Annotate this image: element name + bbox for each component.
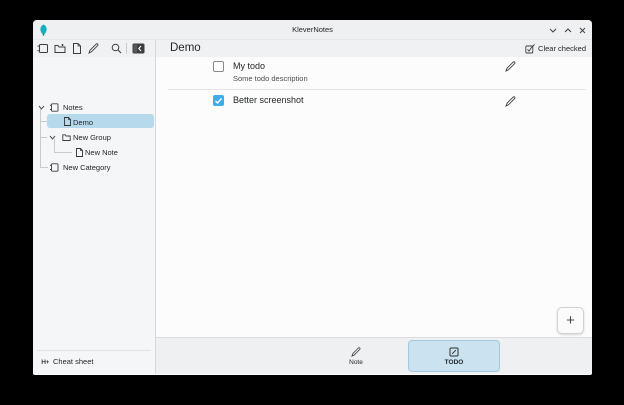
- edit-todo-button[interactable]: [505, 96, 516, 107]
- new-group-button[interactable]: [53, 42, 66, 55]
- pencil-icon: [351, 347, 361, 357]
- rename-button[interactable]: [87, 42, 100, 55]
- sidebar-item-demo[interactable]: Demo: [37, 115, 151, 130]
- sidebar-item-notes[interactable]: Notes: [37, 100, 151, 115]
- new-category-button[interactable]: [36, 42, 49, 55]
- todo-checkbox[interactable]: [213, 61, 224, 72]
- tree-item-label: New Note: [85, 145, 118, 160]
- page-title: Demo: [170, 40, 201, 57]
- close-button[interactable]: [578, 26, 587, 35]
- tree-item-label: Demo: [73, 115, 93, 130]
- tab-note[interactable]: Note: [316, 340, 396, 372]
- category-icon: [50, 163, 59, 172]
- sidebar-main-divider: [155, 40, 156, 374]
- view-switcher: Note TODO: [156, 337, 592, 374]
- minimize-button[interactable]: [548, 26, 557, 35]
- new-note-icon: [72, 43, 82, 54]
- tab-todo[interactable]: TODO: [408, 340, 500, 372]
- tab-todo-label: TODO: [445, 359, 464, 366]
- desktop-background: KleverNotes: [0, 0, 624, 405]
- pencil-icon: [505, 96, 516, 107]
- clear-checked-label: Clear checked: [538, 44, 586, 53]
- todo-list: My todo Some todo description Better scr…: [156, 57, 592, 337]
- cheat-sheet-button[interactable]: H+ Cheat sheet: [37, 354, 151, 369]
- sidebar-footer-separator: [37, 350, 151, 351]
- tree-item-label: Notes: [63, 100, 83, 115]
- maximize-button[interactable]: [563, 26, 572, 35]
- todo-description: Some todo description: [233, 74, 308, 83]
- plus-icon: +: [566, 312, 575, 329]
- note-icon: [75, 148, 84, 157]
- add-todo-button[interactable]: +: [557, 307, 584, 334]
- tree-item-label: New Group: [73, 130, 111, 145]
- klevernotes-window: KleverNotes: [33, 20, 592, 375]
- sidebar-item-new-note[interactable]: New Note: [37, 145, 151, 160]
- group-icon: [62, 133, 71, 142]
- chevron-down-icon[interactable]: [49, 134, 56, 141]
- check-icon: [214, 97, 223, 105]
- new-group-icon: [54, 43, 66, 54]
- todo-title: My todo: [233, 61, 265, 71]
- toggle-sidebar-button[interactable]: [131, 42, 146, 55]
- search-icon: [111, 43, 122, 54]
- todo-item: My todo Some todo description: [168, 61, 586, 90]
- new-category-icon: [37, 43, 49, 54]
- new-note-button[interactable]: [70, 42, 83, 55]
- rename-icon: [88, 43, 99, 54]
- pencil-icon: [505, 61, 516, 72]
- window-title: KleverNotes: [33, 20, 592, 40]
- tree-item-label: New Category: [63, 160, 111, 175]
- cheat-sheet-label: Cheat sheet: [53, 354, 93, 369]
- note-icon: [63, 117, 72, 126]
- chevron-down-icon[interactable]: [38, 104, 45, 111]
- todo-view-icon: [449, 347, 459, 357]
- tab-note-label: Note: [349, 359, 363, 366]
- category-icon: [50, 103, 59, 112]
- toolbar-separator: [126, 43, 127, 54]
- clear-checked-icon: [525, 44, 535, 54]
- heading-plus-icon: H+: [40, 357, 50, 367]
- search-button[interactable]: [110, 42, 123, 55]
- sidebar-item-new-group[interactable]: New Group: [37, 130, 151, 145]
- titlebar[interactable]: KleverNotes: [33, 20, 592, 40]
- toolbar: Demo Clear checked: [33, 40, 592, 57]
- todo-checkbox[interactable]: [213, 95, 224, 106]
- todo-title: Better screenshot: [233, 95, 304, 105]
- todo-item: Better screenshot: [168, 93, 586, 117]
- sidebar: Notes Demo New Group: [33, 57, 155, 374]
- sidebar-collapse-icon: [132, 43, 145, 54]
- sidebar-item-new-category[interactable]: New Category: [37, 160, 151, 175]
- clear-checked-button[interactable]: Clear checked: [525, 40, 586, 57]
- edit-todo-button[interactable]: [505, 61, 516, 72]
